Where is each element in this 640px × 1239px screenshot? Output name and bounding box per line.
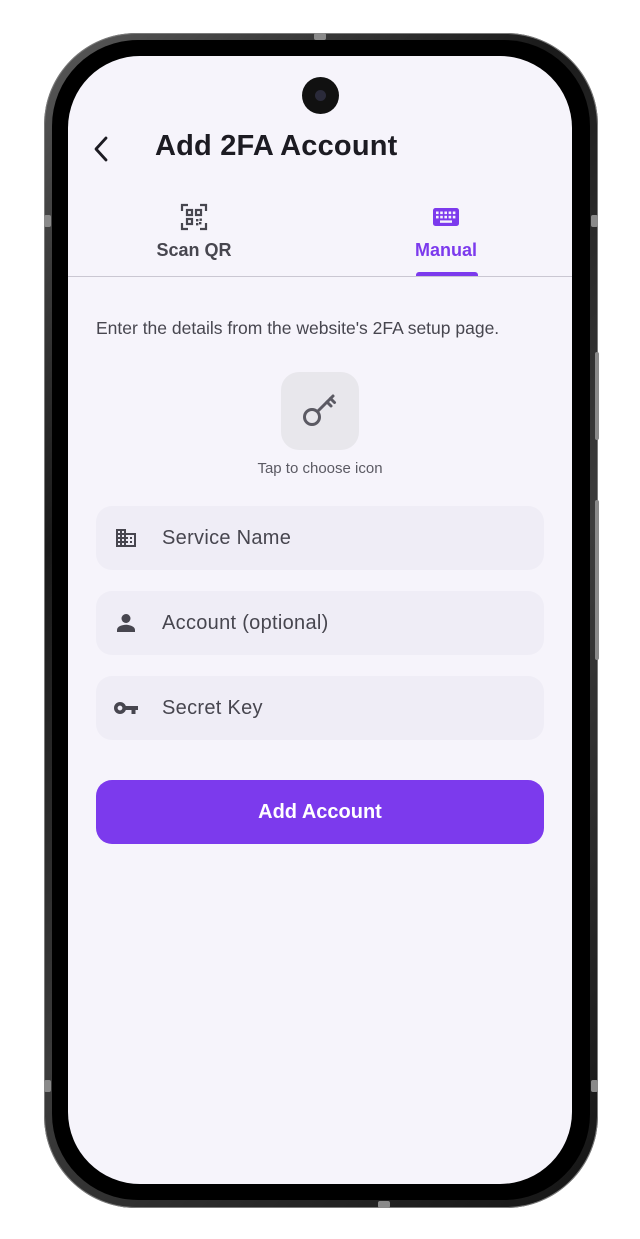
icon-picker-caption: Tap to choose icon (257, 460, 383, 477)
tab-manual-label: Manual (414, 240, 477, 260)
tab-manual[interactable]: Manual (320, 196, 572, 276)
chevron-left-icon (92, 135, 110, 168)
service-name-input[interactable] (160, 525, 524, 551)
tab-scan-qr-label: Scan QR (156, 240, 232, 260)
frame-notch-right-top (591, 215, 598, 227)
tab-bar: Scan QR Manual (68, 196, 572, 277)
app-screen: Add 2FA Account Scan QR Manual Enter the… (68, 56, 572, 1184)
secret-key-field[interactable] (96, 676, 544, 740)
person-icon (96, 613, 156, 633)
account-field[interactable] (96, 591, 544, 655)
secret-key-input[interactable] (160, 695, 524, 721)
frame-notch-left-top (44, 215, 51, 227)
add-account-button[interactable]: Add Account (96, 780, 544, 844)
frame-notch-bottom (378, 1201, 390, 1208)
icon-picker-button[interactable] (281, 372, 359, 450)
page-title: Add 2FA Account (155, 130, 398, 162)
qr-scanner-icon (180, 202, 208, 232)
frame-notch-left-bottom (44, 1080, 51, 1092)
volume-button (595, 500, 599, 660)
front-camera (302, 77, 339, 114)
business-icon (96, 528, 156, 548)
frame-notch-top (314, 33, 326, 40)
service-name-field[interactable] (96, 506, 544, 570)
tab-indicator (416, 272, 478, 276)
power-button (595, 352, 599, 440)
frame-notch-right-bottom (591, 1080, 598, 1092)
tab-scan-qr[interactable]: Scan QR (68, 196, 320, 276)
keyboard-icon (432, 202, 460, 232)
instructions-text: Enter the details from the website's 2FA… (96, 318, 500, 338)
account-input[interactable] (160, 610, 524, 636)
vpn-key-icon (96, 701, 156, 715)
key-icon (300, 389, 340, 434)
back-button[interactable] (86, 134, 116, 168)
